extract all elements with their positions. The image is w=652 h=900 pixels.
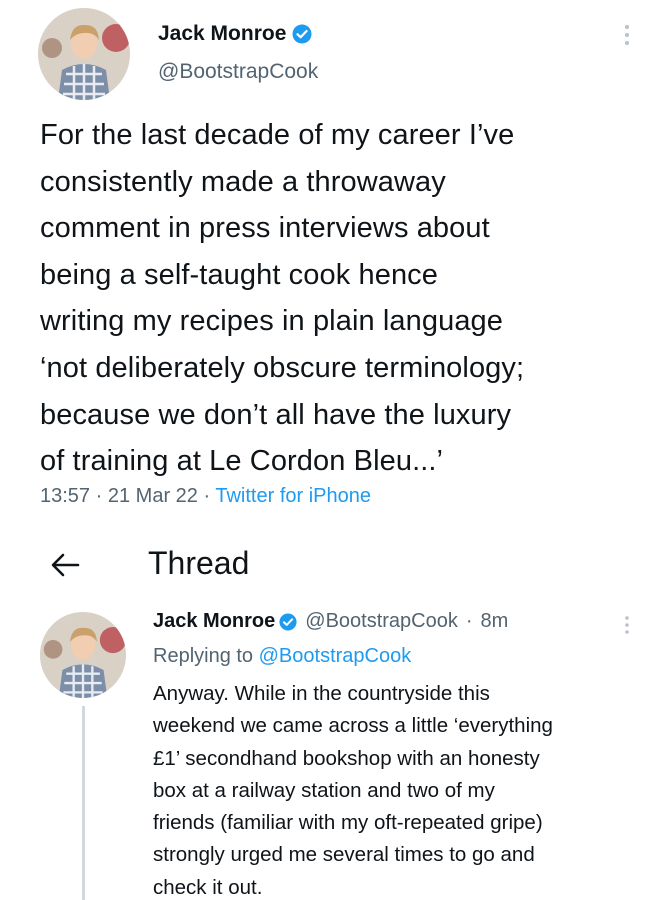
back-arrow-icon[interactable] [50, 551, 80, 579]
tweet-line: ‘not deliberately obscure terminology; [40, 351, 525, 384]
tweet-line: because we don’t all have the luxury [40, 398, 512, 431]
tweet-line: being a self-taught cook hence [40, 258, 438, 291]
reply-author-avatar[interactable] [40, 612, 126, 698]
thread-header: Thread [0, 535, 652, 595]
replying-to-mention[interactable]: @BootstrapCook [259, 645, 412, 667]
author-name-row[interactable]: Jack Monroe [158, 22, 312, 46]
tweet-line: of training at Le Cordon Bleu...’ [40, 445, 444, 478]
more-options-icon[interactable] [620, 614, 634, 636]
meta-separator: · [95, 485, 103, 507]
tweet-source-link[interactable]: Twitter for iPhone [215, 485, 371, 507]
tweet-time[interactable]: 13:57 [40, 485, 90, 507]
author-handle[interactable]: @BootstrapCook [158, 60, 318, 84]
reply-line: Anyway. While in the countryside this [153, 682, 490, 705]
replying-to: Replying to @BootstrapCook [153, 645, 411, 668]
reply-line: strongly urged me several times to go an… [153, 843, 535, 867]
reply-header: Jack Monroe @BootstrapCook · 8m [153, 610, 508, 633]
header-separator: · [465, 610, 473, 632]
avatar-image [38, 8, 130, 100]
avatar-image [40, 612, 126, 698]
reply-text: Anyway. While in the countryside this we… [153, 678, 643, 900]
more-options-icon[interactable] [620, 22, 634, 48]
reply-line: weekend we came across a little ‘everyth… [153, 714, 553, 738]
reply-line: £1’ secondhand bookshop with an honesty [153, 746, 540, 770]
tweet-meta: 13:57 · 21 Mar 22 · Twitter for iPhone [40, 485, 371, 508]
tweet-line: For the last decade of my career I’ve [40, 119, 515, 151]
verified-badge-icon [292, 24, 312, 44]
reply-line: check it out. [153, 875, 263, 899]
reply-line: box at a railway station and two of my [153, 778, 495, 802]
verified-badge-icon [279, 612, 297, 631]
replying-prefix: Replying to [153, 645, 254, 667]
author-avatar[interactable] [38, 8, 130, 100]
author-name[interactable]: Jack Monroe [158, 22, 286, 46]
tweet-line: comment in press interviews about [40, 212, 490, 245]
tweet-line: consistently made a throwaway [40, 165, 446, 198]
reply-line: friends (familiar with my oft-repeated g… [153, 811, 543, 835]
reply-age[interactable]: 8m [481, 610, 509, 633]
thread-connector-line [82, 706, 85, 900]
tweet-line: writing my recipes in plain language [40, 305, 504, 338]
reply-author-handle[interactable]: @BootstrapCook [305, 610, 458, 633]
meta-separator: · [203, 485, 211, 507]
thread-title: Thread [148, 545, 250, 581]
tweet-text: For the last decade of my career I’ve co… [40, 112, 640, 485]
tweet-date[interactable]: 21 Mar 22 [108, 485, 198, 507]
reply-author-name[interactable]: Jack Monroe [153, 610, 275, 633]
